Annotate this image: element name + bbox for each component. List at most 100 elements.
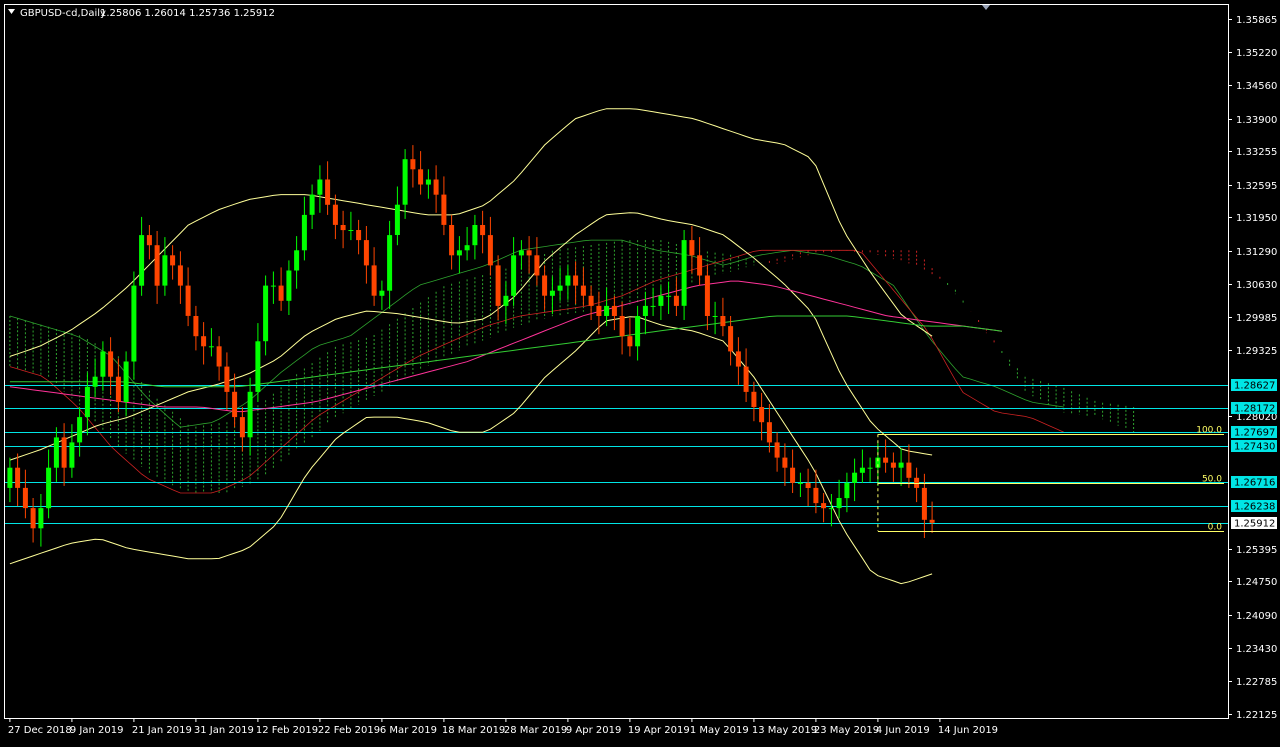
date-tick-label: 12 Feb 2019	[256, 725, 318, 736]
price-line-label-text: 1.25912	[1234, 519, 1275, 530]
candle-body	[728, 326, 734, 352]
candle-body	[433, 179, 439, 195]
candle-body	[790, 467, 796, 483]
candle-body	[278, 285, 284, 301]
candle-body	[596, 305, 602, 316]
price-tick-label: 1.31290	[1236, 247, 1277, 258]
fib-level-label: 50.0	[1202, 475, 1222, 485]
candle-body	[836, 498, 842, 509]
candle-body	[301, 214, 307, 251]
candle-body	[115, 376, 121, 402]
candle-body	[232, 391, 238, 418]
candle-body	[480, 225, 486, 236]
candle-body	[441, 194, 447, 225]
candle-body	[503, 295, 509, 306]
candle-body	[735, 351, 741, 367]
candle-body	[38, 508, 44, 529]
date-tick-label: 9 Apr 2019	[566, 725, 621, 736]
candle-body	[580, 285, 586, 296]
candle-body	[263, 285, 269, 342]
candle-body	[852, 472, 858, 483]
candle-body	[487, 235, 493, 266]
price-tick-label: 1.32595	[1236, 181, 1277, 192]
candle-body	[495, 265, 501, 306]
candle-body	[456, 250, 462, 256]
candle-body	[100, 351, 106, 377]
price-line-label-text: 1.27697	[1234, 428, 1275, 439]
candle-body	[464, 245, 470, 251]
candle-body	[348, 230, 354, 231]
candle-body	[84, 386, 90, 418]
candle-body	[325, 179, 331, 205]
candle-body	[154, 245, 160, 286]
price-chart[interactable]: 100.0 50.0 0.0 1.35865 1.35220 1.34560 1.3390…	[0, 0, 1280, 743]
date-tick-label: 27 Dec 2018	[8, 725, 72, 736]
price-line-label-text: 1.28172	[1234, 404, 1275, 415]
candle-body	[472, 225, 478, 246]
price-tick-label: 1.33900	[1236, 115, 1277, 126]
candle-body	[30, 508, 36, 529]
candle-body	[611, 305, 617, 316]
candle-body	[379, 290, 385, 296]
candle-body	[61, 437, 67, 468]
candle-body	[565, 275, 571, 286]
candle-body	[146, 235, 152, 246]
candle-body	[681, 240, 687, 306]
candle-body	[650, 305, 656, 307]
price-tick-label: 1.35220	[1236, 48, 1277, 59]
candle-body	[635, 316, 641, 347]
candle-body	[666, 295, 672, 297]
price-line-label-text: 1.28627	[1234, 381, 1275, 392]
price-tick-label: 1.24750	[1236, 577, 1277, 588]
candle-body	[751, 391, 757, 407]
candle-body	[627, 336, 633, 347]
candle-body	[890, 462, 896, 468]
candle-body	[201, 336, 207, 347]
candle-body	[844, 482, 850, 499]
candle-body	[511, 255, 517, 296]
candle-body	[720, 316, 726, 327]
candle-body	[139, 235, 145, 286]
candle-body	[658, 295, 664, 306]
candle-body	[526, 250, 532, 256]
candle-body	[410, 159, 416, 170]
chart-window[interactable]: 100.0 50.0 0.0 1.35865 1.35220 1.34560 1.3390…	[0, 0, 1280, 743]
price-tick-label: 1.33255	[1236, 147, 1277, 158]
candle-body	[828, 508, 834, 510]
candle-body	[177, 265, 183, 286]
candle-body	[774, 442, 780, 458]
price-tick-label: 1.22785	[1236, 677, 1277, 688]
date-tick-label: 21 Jan 2019	[132, 725, 192, 736]
candle-body	[53, 437, 59, 468]
candle-body	[805, 482, 811, 488]
candle-body	[782, 457, 788, 468]
candle-body	[340, 225, 346, 231]
candle-body	[689, 240, 695, 256]
candle-body	[573, 275, 579, 286]
candle-body	[813, 487, 819, 504]
price-tick-label: 1.23430	[1236, 644, 1277, 655]
price-tick-label: 1.31950	[1236, 213, 1277, 224]
candle-body	[131, 285, 137, 362]
candle-body	[255, 341, 261, 392]
candle-body	[247, 391, 253, 438]
candle-body	[542, 275, 548, 296]
candle-body	[317, 179, 323, 195]
candle-body	[294, 250, 300, 271]
date-tick-label: 14 Jun 2019	[938, 725, 998, 736]
candle-body	[356, 230, 362, 241]
candle-body	[7, 467, 13, 488]
candle-body	[425, 179, 431, 185]
candle-body	[22, 487, 28, 509]
date-tick-label: 23 May 2019	[814, 725, 879, 736]
date-tick-label: 4 Jun 2019	[876, 725, 930, 736]
candle-body	[906, 462, 912, 478]
candle-body	[921, 487, 927, 520]
candle-body	[673, 295, 679, 306]
candle-body	[170, 255, 176, 266]
price-tick-label: 1.35865	[1236, 15, 1277, 26]
candle-body	[604, 305, 610, 316]
candle-body	[697, 255, 703, 276]
candle-body	[286, 270, 292, 301]
date-tick-label: 6 Mar 2019	[380, 725, 437, 736]
